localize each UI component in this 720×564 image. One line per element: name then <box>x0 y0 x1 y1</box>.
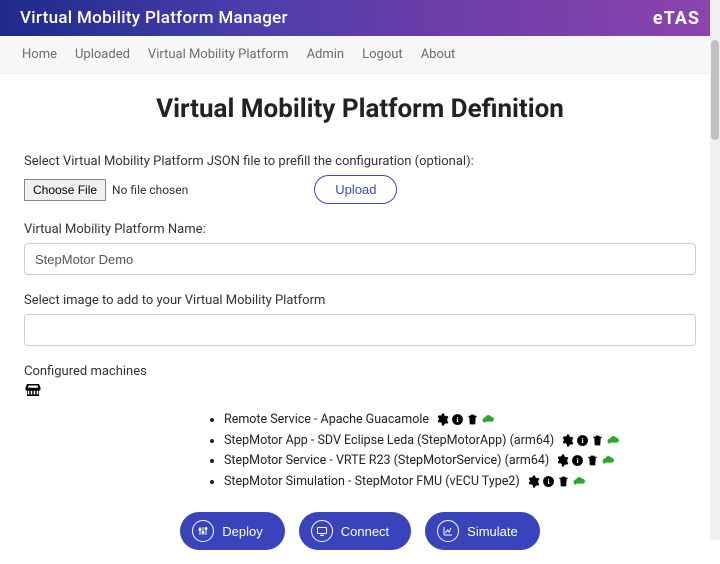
file-status: No file chosen <box>112 183 188 197</box>
monitor-icon <box>311 520 333 542</box>
nav-logout[interactable]: Logout <box>362 47 403 62</box>
nav-admin[interactable]: Admin <box>307 47 345 62</box>
cloud-icon[interactable] <box>601 454 614 467</box>
gear-icon[interactable] <box>436 413 449 426</box>
bottom-actions: Deploy Connect Simulate <box>24 512 696 550</box>
main-content: Virtual Mobility Platform Definition Sel… <box>0 74 720 564</box>
gear-icon[interactable] <box>561 434 574 447</box>
json-file-label: Select Virtual Mobility Platform JSON fi… <box>24 154 696 169</box>
image-select-input[interactable] <box>24 314 696 346</box>
machines-list: Remote Service - Apache Guacamole i Step… <box>24 411 696 490</box>
info-icon[interactable]: i <box>451 413 464 426</box>
machine-name: Remote Service - Apache Guacamole <box>224 412 429 427</box>
vmp-name-label: Virtual Mobility Platform Name: <box>24 222 696 237</box>
sliders-icon <box>192 520 214 542</box>
svg-text:i: i <box>547 477 549 486</box>
gear-icon[interactable] <box>556 454 569 467</box>
trash-icon[interactable] <box>557 475 570 488</box>
info-icon[interactable]: i <box>542 475 555 488</box>
brand-logo: eTAS <box>653 8 700 29</box>
deploy-label: Deploy <box>222 524 262 539</box>
nav-about[interactable]: About <box>421 47 456 62</box>
list-item: StepMotor Service - VRTE R23 (StepMotorS… <box>224 452 696 470</box>
store-icon <box>24 381 696 403</box>
gear-icon[interactable] <box>527 475 540 488</box>
cloud-icon[interactable] <box>606 434 619 447</box>
machine-name: StepMotor Simulation - StepMotor FMU (vE… <box>224 474 520 489</box>
cloud-icon[interactable] <box>481 413 494 426</box>
nav-home[interactable]: Home <box>22 47 57 62</box>
scrollbar[interactable] <box>710 0 720 540</box>
chart-icon <box>437 520 459 542</box>
cloud-icon[interactable] <box>572 475 585 488</box>
machine-name: StepMotor Service - VRTE R23 (StepMotorS… <box>224 453 549 468</box>
list-item: StepMotor App - SDV Eclipse Leda (StepMo… <box>224 432 696 450</box>
nav-uploaded[interactable]: Uploaded <box>75 47 130 62</box>
choose-file-button[interactable]: Choose File <box>24 179 106 201</box>
titlebar: Virtual Mobility Platform Manager eTAS <box>0 0 720 36</box>
scrollbar-thumb[interactable] <box>711 40 719 140</box>
machine-name: StepMotor App - SDV Eclipse Leda (StepMo… <box>224 433 554 448</box>
navbar: Home Uploaded Virtual Mobility Platform … <box>0 36 720 74</box>
list-item: Remote Service - Apache Guacamole i <box>224 411 696 429</box>
info-icon[interactable]: i <box>571 454 584 467</box>
upload-button[interactable]: Upload <box>314 175 397 204</box>
app-title: Virtual Mobility Platform Manager <box>20 8 288 28</box>
connect-button[interactable]: Connect <box>299 512 411 550</box>
nav-vmp[interactable]: Virtual Mobility Platform <box>148 47 289 62</box>
image-select-label: Select image to add to your Virtual Mobi… <box>24 293 696 308</box>
trash-icon[interactable] <box>591 434 604 447</box>
svg-text:i: i <box>457 415 459 424</box>
svg-text:i: i <box>582 436 584 445</box>
simulate-button[interactable]: Simulate <box>425 512 540 550</box>
info-icon[interactable]: i <box>576 434 589 447</box>
svg-text:i: i <box>577 456 579 465</box>
deploy-button[interactable]: Deploy <box>180 512 284 550</box>
list-item: StepMotor Simulation - StepMotor FMU (vE… <box>224 473 696 491</box>
trash-icon[interactable] <box>466 413 479 426</box>
page-title: Virtual Mobility Platform Definition <box>24 94 696 124</box>
file-upload-row: Choose File No file chosen Upload <box>24 175 696 204</box>
machines-label: Configured machines <box>24 364 696 379</box>
trash-icon[interactable] <box>586 454 599 467</box>
connect-label: Connect <box>341 524 389 539</box>
vmp-name-input[interactable] <box>24 243 696 275</box>
simulate-label: Simulate <box>467 524 518 539</box>
machines-header: Configured machines <box>24 364 696 403</box>
